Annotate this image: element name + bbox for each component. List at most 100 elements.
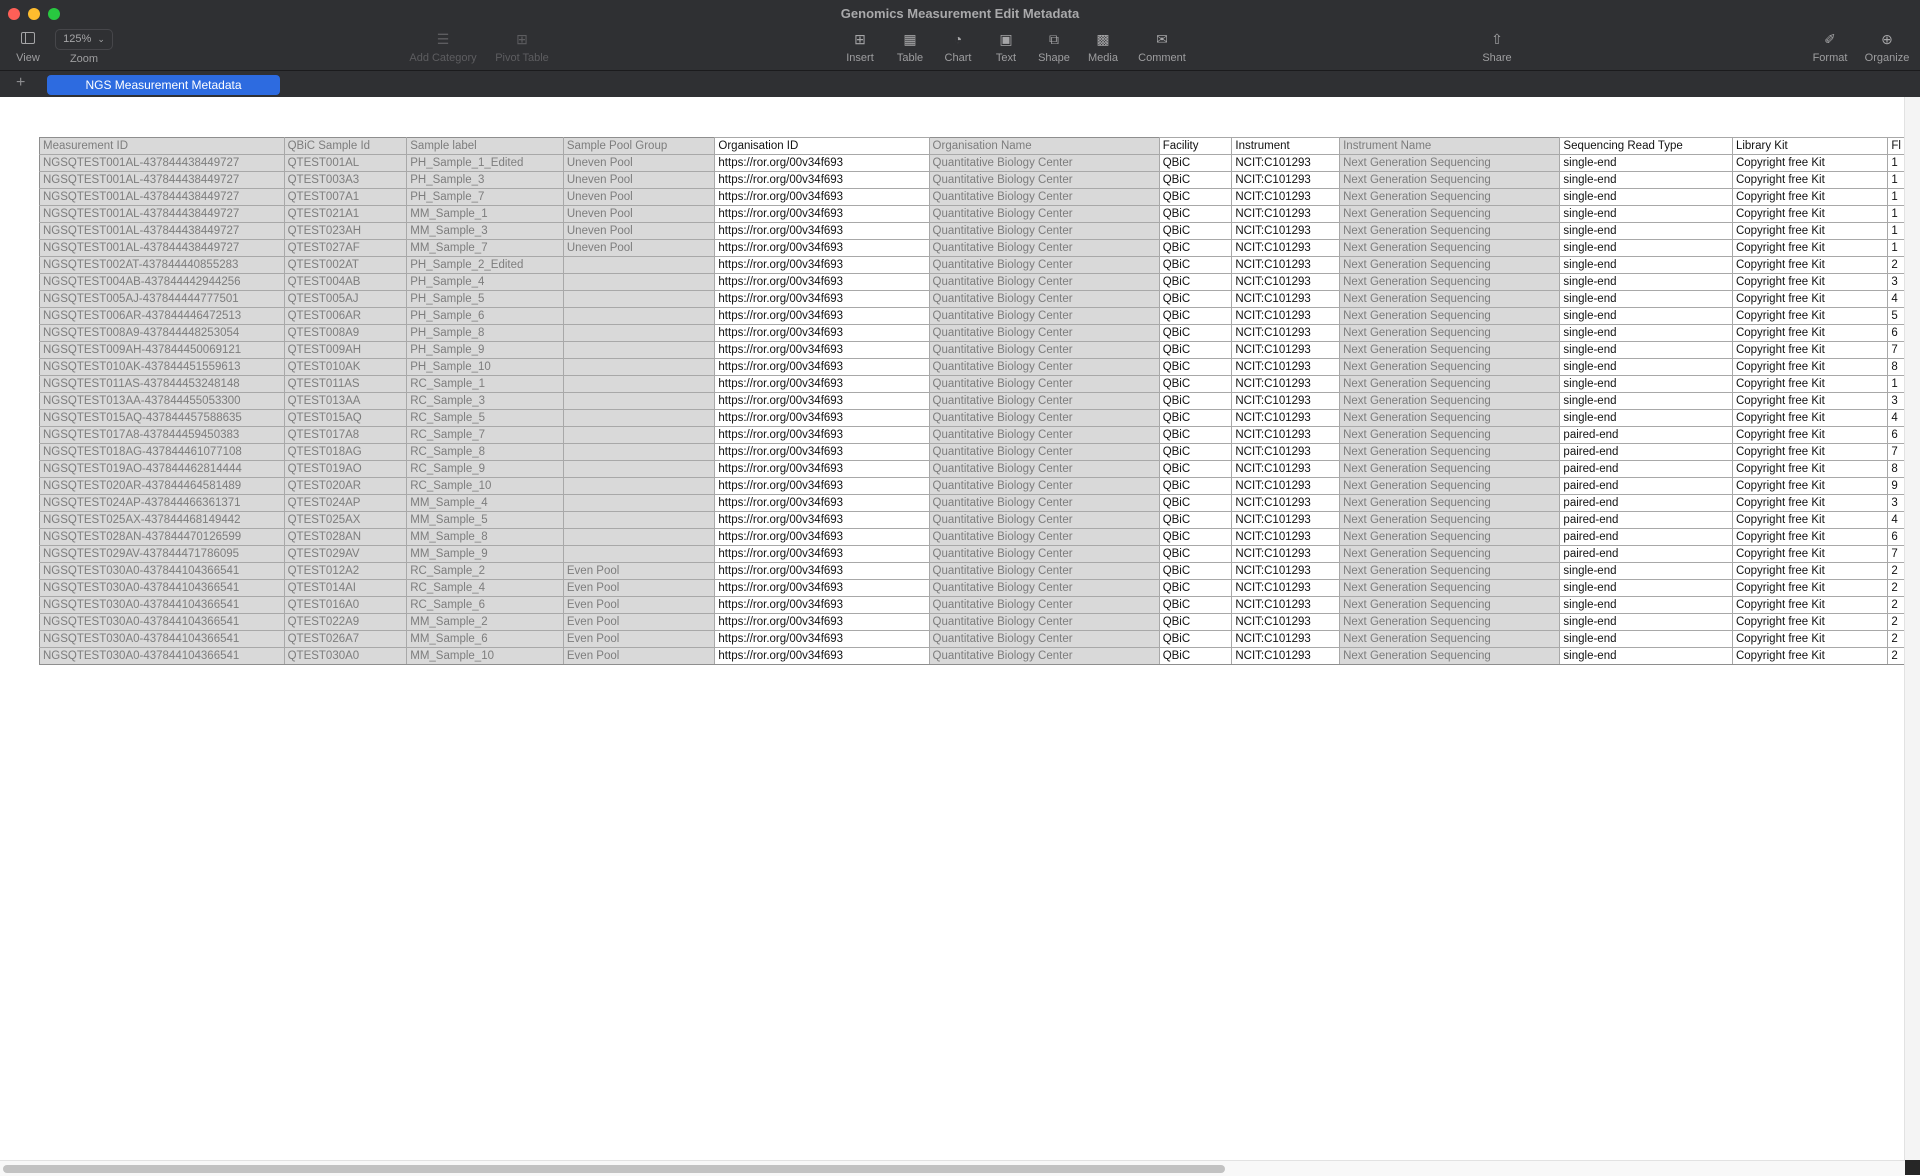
table-cell[interactable]: NCIT:C101293 — [1231, 256, 1341, 274]
table-cell[interactable]: https://ror.org/00v34f693 — [714, 307, 930, 325]
table-cell[interactable] — [562, 460, 716, 478]
table-cell[interactable]: Copyright free Kit — [1731, 256, 1889, 274]
column-header[interactable]: Sequencing Read Type — [1559, 137, 1733, 155]
table-cell[interactable]: QBiC — [1158, 324, 1233, 342]
table-cell[interactable]: NGSQTEST030A0-437844104366541 — [39, 647, 285, 665]
table-cell[interactable]: single-end — [1559, 392, 1733, 410]
table-cell[interactable]: RC_Sample_8 — [406, 443, 564, 461]
table-cell[interactable]: QBiC — [1158, 528, 1233, 546]
table-cell[interactable]: NCIT:C101293 — [1231, 324, 1341, 342]
table-cell[interactable]: Quantitative Biology Center — [928, 154, 1160, 172]
table-cell[interactable]: Next Generation Sequencing — [1339, 494, 1561, 512]
table-cell[interactable]: QBiC — [1158, 647, 1233, 665]
table-cell[interactable]: RC_Sample_3 — [406, 392, 564, 410]
table-cell[interactable]: QBiC — [1158, 222, 1233, 240]
table-cell[interactable]: Even Pool — [562, 596, 716, 614]
table-cell[interactable]: Next Generation Sequencing — [1339, 171, 1561, 189]
table-cell[interactable]: PH_Sample_9 — [406, 341, 564, 359]
table-cell[interactable]: 4 — [1887, 290, 1905, 308]
table-cell[interactable]: NGSQTEST008A9-437844448253054 — [39, 324, 285, 342]
column-header[interactable]: Sample label — [406, 137, 564, 155]
table-cell[interactable]: QBiC — [1158, 392, 1233, 410]
table-cell[interactable]: 2 — [1887, 596, 1905, 614]
table-cell[interactable]: Quantitative Biology Center — [928, 290, 1160, 308]
table-cell[interactable]: Uneven Pool — [562, 222, 716, 240]
table-cell[interactable]: QBiC — [1158, 596, 1233, 614]
table-cell[interactable]: QTEST005AJ — [283, 290, 408, 308]
table-cell[interactable]: QTEST012A2 — [283, 562, 408, 580]
table-cell[interactable]: 3 — [1887, 273, 1905, 291]
table-cell[interactable]: Copyright free Kit — [1731, 358, 1889, 376]
table-cell[interactable]: NGSQTEST001AL-437844438449727 — [39, 188, 285, 206]
table-cell[interactable]: Quantitative Biology Center — [928, 222, 1160, 240]
table-cell[interactable]: Next Generation Sequencing — [1339, 273, 1561, 291]
table-cell[interactable]: QBiC — [1158, 579, 1233, 597]
table-cell[interactable]: RC_Sample_1 — [406, 375, 564, 393]
table-cell[interactable]: NGSQTEST004AB-437844442944256 — [39, 273, 285, 291]
table-cell[interactable]: NGSQTEST029AV-437844471786095 — [39, 545, 285, 563]
table-cell[interactable]: Copyright free Kit — [1731, 324, 1889, 342]
table-cell[interactable]: QTEST022A9 — [283, 613, 408, 631]
table-cell[interactable]: paired-end — [1559, 460, 1733, 478]
table-cell[interactable]: QBiC — [1158, 511, 1233, 529]
table-cell[interactable]: 3 — [1887, 494, 1905, 512]
table-cell[interactable]: Even Pool — [562, 613, 716, 631]
table-cell[interactable]: NCIT:C101293 — [1231, 307, 1341, 325]
table-cell[interactable]: NCIT:C101293 — [1231, 613, 1341, 631]
table-cell[interactable]: paired-end — [1559, 528, 1733, 546]
table-cell[interactable]: https://ror.org/00v34f693 — [714, 273, 930, 291]
table-cell[interactable] — [562, 290, 716, 308]
table-cell[interactable]: Next Generation Sequencing — [1339, 188, 1561, 206]
table-cell[interactable]: QTEST027AF — [283, 239, 408, 257]
column-header[interactable]: Organisation Name — [928, 137, 1160, 155]
table-cell[interactable]: 8 — [1887, 358, 1905, 376]
table-cell[interactable]: NCIT:C101293 — [1231, 426, 1341, 444]
table-cell[interactable]: 6 — [1887, 426, 1905, 444]
table-cell[interactable]: QTEST001AL — [283, 154, 408, 172]
horizontal-scroll-thumb[interactable] — [3, 1165, 1225, 1173]
table-cell[interactable]: QBiC — [1158, 426, 1233, 444]
table-cell[interactable]: Next Generation Sequencing — [1339, 341, 1561, 359]
table-cell[interactable]: QBiC — [1158, 290, 1233, 308]
table-cell[interactable]: NGSQTEST024AP-437844466361371 — [39, 494, 285, 512]
table-cell[interactable]: single-end — [1559, 647, 1733, 665]
table-cell[interactable]: Copyright free Kit — [1731, 171, 1889, 189]
table-cell[interactable] — [562, 545, 716, 563]
table-cell[interactable]: 3 — [1887, 392, 1905, 410]
table-cell[interactable]: 1 — [1887, 188, 1905, 206]
table-cell[interactable]: NGSQTEST030A0-437844104366541 — [39, 630, 285, 648]
table-cell[interactable] — [562, 443, 716, 461]
table-cell[interactable]: Copyright free Kit — [1731, 596, 1889, 614]
table-cell[interactable]: 2 — [1887, 562, 1905, 580]
table-cell[interactable]: RC_Sample_10 — [406, 477, 564, 495]
table-cell[interactable]: 5 — [1887, 307, 1905, 325]
table-cell[interactable]: NGSQTEST020AR-437844464581489 — [39, 477, 285, 495]
table-cell[interactable]: NGSQTEST030A0-437844104366541 — [39, 596, 285, 614]
table-cell[interactable]: QBiC — [1158, 545, 1233, 563]
table-cell[interactable] — [562, 324, 716, 342]
table-cell[interactable]: NGSQTEST018AG-437844461077108 — [39, 443, 285, 461]
table-cell[interactable]: QBiC — [1158, 562, 1233, 580]
column-header[interactable]: Facility — [1158, 137, 1233, 155]
table-cell[interactable]: NGSQTEST030A0-437844104366541 — [39, 562, 285, 580]
table-cell[interactable]: https://ror.org/00v34f693 — [714, 154, 930, 172]
table-cell[interactable]: PH_Sample_4 — [406, 273, 564, 291]
table-cell[interactable]: MM_Sample_5 — [406, 511, 564, 529]
table-cell[interactable]: NCIT:C101293 — [1231, 528, 1341, 546]
table-cell[interactable]: QTEST003A3 — [283, 171, 408, 189]
table-cell[interactable]: single-end — [1559, 630, 1733, 648]
table-cell[interactable]: RC_Sample_7 — [406, 426, 564, 444]
table-cell[interactable]: NCIT:C101293 — [1231, 494, 1341, 512]
table-cell[interactable]: https://ror.org/00v34f693 — [714, 375, 930, 393]
table-cell[interactable]: QBiC — [1158, 341, 1233, 359]
table-cell[interactable]: Quantitative Biology Center — [928, 358, 1160, 376]
table-cell[interactable]: PH_Sample_5 — [406, 290, 564, 308]
table-cell[interactable]: https://ror.org/00v34f693 — [714, 562, 930, 580]
table-cell[interactable]: NCIT:C101293 — [1231, 596, 1341, 614]
table-cell[interactable]: QTEST010AK — [283, 358, 408, 376]
table-cell[interactable]: paired-end — [1559, 545, 1733, 563]
table-cell[interactable]: QBiC — [1158, 154, 1233, 172]
table-cell[interactable]: https://ror.org/00v34f693 — [714, 528, 930, 546]
table-cell[interactable]: paired-end — [1559, 443, 1733, 461]
table-cell[interactable]: QTEST014AI — [283, 579, 408, 597]
